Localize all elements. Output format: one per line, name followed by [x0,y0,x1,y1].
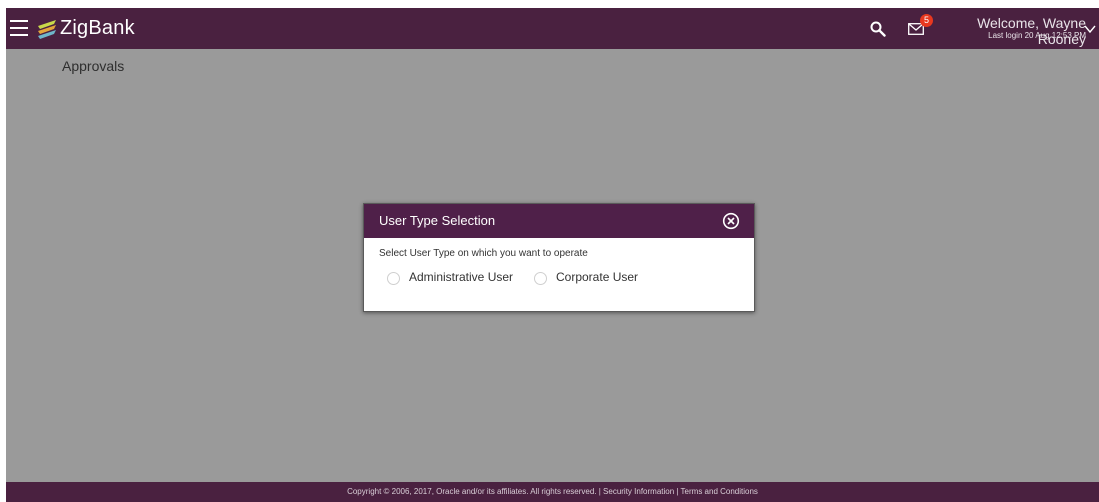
chevron-down-icon[interactable] [1084,24,1096,34]
radio-label[interactable]: Corporate User [556,270,638,284]
modal-instruction: Select User Type on which you want to op… [379,248,588,259]
close-icon[interactable] [722,212,740,230]
app-frame: ZigBank 5 Welcome, Wayne Rooney Last log… [6,8,1099,502]
modal-title: User Type Selection [379,213,496,228]
brand-logo[interactable]: ZigBank [60,17,135,40]
notification-badge: 5 [920,14,933,27]
last-login-text: Last login 20 Aug 12:53 PM [988,31,1086,40]
radio-circle[interactable] [387,272,400,285]
user-type-modal: User Type Selection Select User Type on … [363,203,755,312]
search-icon[interactable] [870,21,886,37]
logo-icon [38,20,56,39]
radio-label[interactable]: Administrative User [409,270,513,284]
footer-text: Copyright © 2006, 2017, Oracle and/or it… [347,487,758,496]
menu-icon[interactable] [10,20,28,36]
page-title: Approvals [62,58,125,74]
top-header: ZigBank 5 Welcome, Wayne Rooney Last log… [6,8,1099,49]
footer: Copyright © 2006, 2017, Oracle and/or it… [6,482,1099,502]
modal-header: User Type Selection [364,204,754,238]
radio-circle[interactable] [534,272,547,285]
